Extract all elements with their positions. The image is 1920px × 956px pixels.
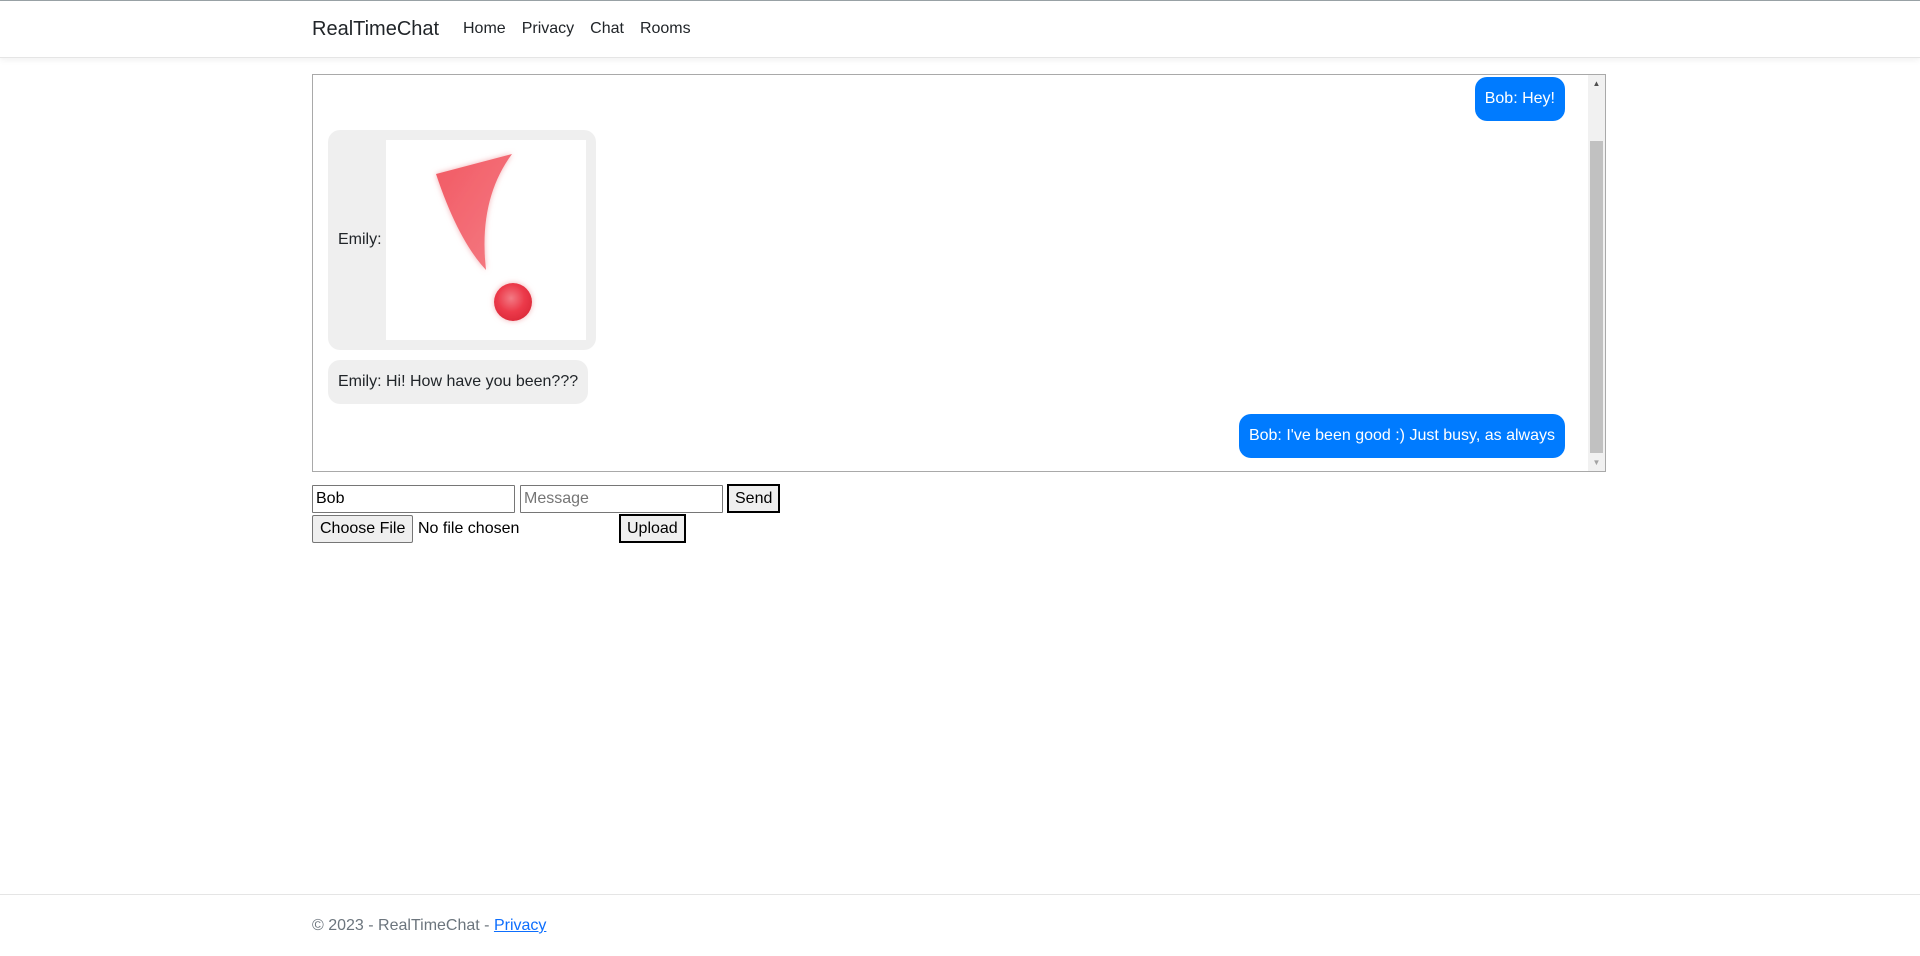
nav-link-chat[interactable]: Chat [590,19,624,39]
nav-link-privacy[interactable]: Privacy [522,19,574,39]
scroll-down-icon[interactable]: ▼ [1588,454,1605,471]
footer: © 2023 - RealTimeChat - Privacy [0,894,1920,956]
chat-scrollbar[interactable]: ▲ ▼ [1588,75,1605,471]
navbar: RealTimeChat Home Privacy Chat Rooms [0,1,1920,58]
scrollbar-thumb[interactable] [1590,141,1603,453]
chat-message-image: Emily: [328,130,596,350]
exclamation-mark-icon [436,154,532,321]
copyright-text: © 2023 - RealTimeChat - [312,917,494,934]
chat-message-incoming: Emily: Hi! How have you been??? [328,360,589,404]
chat-messages-panel[interactable]: Bob: Hey! Emily: Emily: Hi! How have you… [312,74,1606,472]
nav-links: Home Privacy Chat Rooms [463,19,707,39]
footer-text: © 2023 - RealTimeChat - Privacy [312,916,546,936]
message-input[interactable] [520,485,723,513]
choose-file-button[interactable]: Choose File [312,515,414,543]
message-sender: Emily: [338,231,382,248]
chat-message-outgoing: Bob: Hey! [1474,77,1565,121]
nav-link-rooms[interactable]: Rooms [640,19,691,39]
nav-link-home[interactable]: Home [463,19,506,39]
chat-message-outgoing: Bob: I've been good :) Just busy, as alw… [1238,414,1565,458]
brand-link[interactable]: RealTimeChat [312,17,439,41]
send-button[interactable]: Send [727,484,781,513]
username-input[interactable] [312,485,515,513]
chat-message-list: Bob: Hey! Emily: Emily: Hi! How have you… [313,75,1589,471]
upload-button[interactable]: Upload [619,514,686,543]
scroll-up-icon[interactable]: ▲ [1588,75,1605,92]
shared-image[interactable] [386,140,586,340]
file-status-text: No file chosen [418,520,520,537]
footer-privacy-link[interactable]: Privacy [494,917,546,934]
